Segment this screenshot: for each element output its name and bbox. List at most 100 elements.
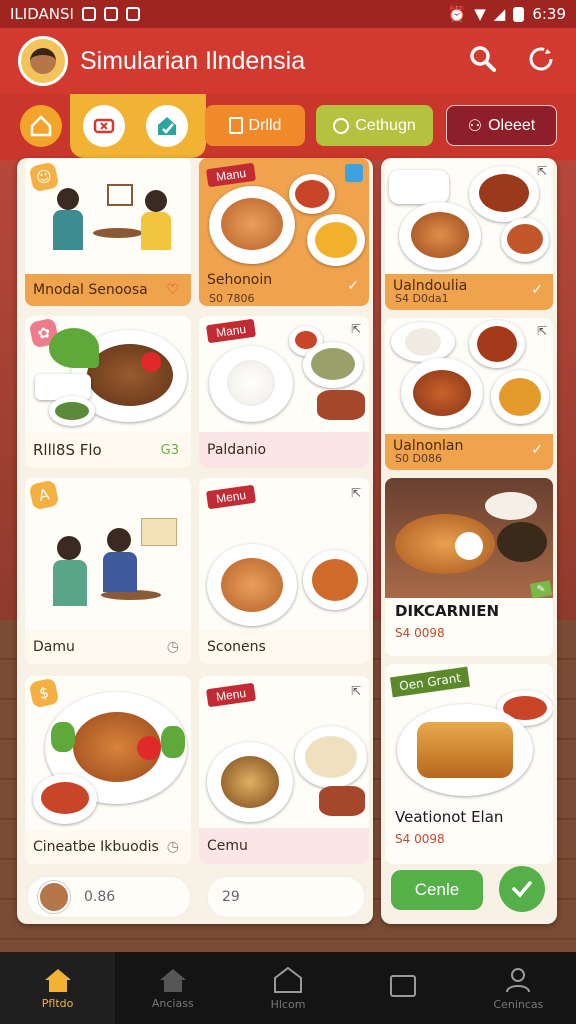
nav-item-profile[interactable]: Cenincas [461, 952, 576, 1024]
food-plate [295, 726, 367, 788]
nav-item-tabs[interactable] [346, 952, 461, 1024]
profile-icon [506, 967, 531, 992]
menu-card[interactable]: Menu ⇱ Sconens [199, 478, 369, 664]
app-title: Simularian Ilndensia [80, 46, 306, 75]
avatar[interactable] [18, 36, 68, 86]
signal-icon: ◢ [493, 5, 506, 23]
heart-icon[interactable]: ♡ [166, 282, 179, 298]
app-bar: Simularian Ilndensia [0, 28, 576, 94]
diners-illustration [43, 184, 173, 268]
card-title: DIKCARNIEN [395, 602, 500, 620]
roast-chicken-photo [385, 478, 553, 598]
search-icon[interactable] [466, 42, 500, 76]
filter-pill-drlld[interactable]: Drlld [205, 105, 305, 146]
rating-badge: G3 [160, 442, 179, 458]
menu-tag: Menu [205, 682, 257, 708]
card-price: S0 7806 [209, 292, 255, 305]
card-title: Cemu [207, 838, 248, 854]
food-bowl [501, 218, 549, 262]
card-title: Damu [33, 639, 75, 655]
food-plate [209, 346, 293, 422]
card-title: Cineatbe Ikbuodis [33, 839, 159, 855]
left-menu-panel: ☺ Mnodal Senoosa ♡ Manu Sehonoin ✓ S0 78… [17, 158, 373, 924]
house-icon [159, 968, 186, 992]
avatar [38, 881, 70, 913]
menu-card[interactable]: Oen Grant Veationot Elan S4 0098 [385, 664, 553, 864]
store-category-icon[interactable] [146, 105, 188, 147]
alarm-icon: ⏰ [447, 5, 467, 23]
score-chip[interactable]: 29 [207, 876, 365, 918]
filter-pill-cethugn[interactable]: Cethugn [316, 105, 433, 146]
expand-icon[interactable]: ⇱ [537, 324, 547, 338]
check-icon: ✓ [531, 282, 543, 298]
menu-card[interactable]: ✎ DIKCARNIEN S4 0098 [385, 478, 553, 656]
player-count-chip[interactable]: 0.86 [27, 876, 191, 918]
menu-card[interactable]: Manu Sehonoin ✓ S0 7806 [199, 158, 369, 306]
food-plate [469, 166, 539, 222]
menu-card[interactable]: ☺ Mnodal Senoosa ♡ [25, 158, 191, 306]
ticket-category-icon[interactable] [83, 105, 125, 147]
food-bowl [289, 174, 335, 214]
menu-card[interactable]: ⇱ Ualndoulia ✓ S4 D0da1 [385, 158, 553, 310]
filter-pill-label: Cethugn [355, 116, 416, 134]
menu-tag: Menu [205, 484, 257, 510]
expand-icon[interactable]: ⇱ [351, 684, 361, 698]
menu-card[interactable]: Menu ⇱ Cemu [199, 676, 369, 864]
refresh-icon[interactable] [524, 42, 558, 76]
expand-icon[interactable]: ⇱ [351, 322, 361, 336]
food-skewers [319, 786, 365, 816]
menu-tag: Oen Grant [389, 666, 471, 698]
food-plate [397, 704, 533, 796]
expand-icon[interactable]: ⇱ [537, 164, 547, 178]
card-title: Sconens [207, 639, 266, 655]
card-caption: Cemu [199, 828, 369, 864]
card-caption: Rlll8S Flo G3 [25, 432, 191, 468]
carrier-text: ILIDANSI [10, 5, 74, 23]
continue-button[interactable]: Cenle [391, 870, 483, 910]
clock-icon [333, 117, 350, 134]
badge-icon: $ [28, 677, 60, 709]
food-bowl [33, 774, 97, 824]
menu-card[interactable]: Manu ⇱ Paldanio [199, 316, 369, 468]
confirm-check-button[interactable] [499, 866, 545, 912]
check-icon [512, 881, 532, 898]
clock-text: 6:39 [532, 5, 566, 23]
bottom-navigation: Pfltdo Anciass Hlcom Cenincas [0, 952, 576, 1024]
score-label: 29 [222, 889, 240, 905]
filter-pill-oleeet[interactable]: ⚇ Oleeet [446, 105, 557, 146]
food-bowl [303, 342, 363, 388]
menu-tag: Manu [205, 318, 257, 344]
expand-icon[interactable]: ⇱ [351, 486, 361, 500]
card-price: S4 D0da1 [395, 292, 449, 305]
food-bowl [49, 396, 95, 426]
nav-label: Pfltdo [41, 996, 74, 1010]
nav-item-orders[interactable]: Anciass [115, 952, 230, 1024]
nav-item-home[interactable]: Pfltdo [0, 952, 116, 1024]
menu-card[interactable]: $ Cineatbe Ikbuodis ◷ [25, 676, 191, 864]
menu-card[interactable]: ✿ Rlll8S Flo G3 [25, 316, 191, 468]
mail-icon [103, 7, 118, 21]
notification-icon [81, 7, 96, 21]
wifi-icon: ▼ [474, 5, 486, 23]
card-price: S4 0098 [395, 626, 445, 640]
card-title: Sehonoin [207, 272, 273, 288]
card-caption: Paldanio [199, 432, 369, 468]
food-side [389, 170, 449, 204]
nav-item-explore[interactable]: Hlcom [230, 952, 345, 1024]
document-icon [228, 117, 243, 134]
badge-icon: A [28, 479, 60, 511]
food-bowl [491, 370, 549, 424]
bookmark-icon[interactable] [345, 164, 363, 182]
menu-card[interactable]: A Damu ◷ [25, 478, 191, 664]
menu-card[interactable]: ⇱ Ualnonlan ✓ S0 D086 [385, 318, 553, 470]
card-title: Paldanio [207, 442, 267, 458]
user-icon: ⚇ [467, 117, 483, 135]
home-category-icon[interactable] [20, 105, 62, 147]
card-caption: Cineatbe Ikbuodis ◷ [25, 830, 191, 864]
timer-icon[interactable]: ◷ [167, 839, 179, 855]
timer-icon[interactable]: ◷ [167, 639, 179, 655]
card-caption: Mnodal Senoosa ♡ [25, 274, 191, 306]
check-icon: ✓ [531, 442, 543, 458]
food-bowl [307, 214, 365, 266]
diners-illustration [45, 518, 185, 618]
